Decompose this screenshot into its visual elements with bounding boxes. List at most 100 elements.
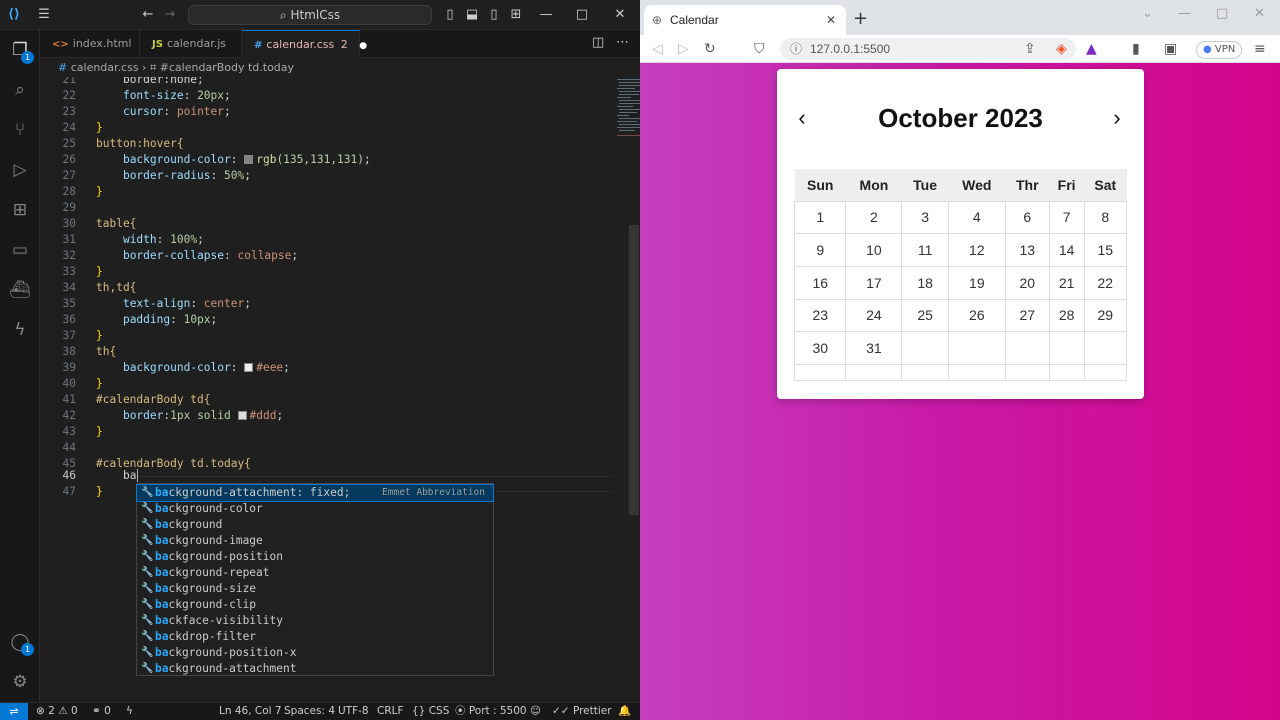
cursor-position[interactable]: Ln 46, Col 7: [219, 703, 282, 720]
source-control-icon[interactable]: ⑂: [8, 118, 32, 142]
bookmark-icon[interactable]: ⛉: [754, 39, 765, 59]
problems-indicator[interactable]: ⊗ 2 ⚠ 0: [36, 703, 78, 720]
lightning-status-icon[interactable]: ϟ: [126, 703, 133, 720]
breadcrumb-file[interactable]: calendar.css: [71, 61, 139, 74]
suggestion-item[interactable]: 🔧 background-image: [137, 533, 493, 549]
command-center-search[interactable]: ⌕ HtmlCss: [188, 5, 432, 25]
suggestion-item[interactable]: 🔧 background-clip: [137, 597, 493, 613]
live-server-port[interactable]: ⦿ Port : 5500: [455, 703, 527, 720]
tab-calendar-js[interactable]: JS calendar.js: [140, 30, 242, 58]
maximize-window-icon[interactable]: □: [572, 6, 592, 24]
calendar-day-cell[interactable]: 31: [845, 331, 903, 365]
calendar-day-cell[interactable]: 22: [1083, 265, 1128, 300]
accounts-icon[interactable]: ◯ 1: [8, 630, 34, 656]
calendar-day-cell[interactable]: 26: [947, 298, 1006, 333]
suggestion-item[interactable]: 🔧 background-position: [137, 549, 493, 565]
tab-index-html[interactable]: <> index.html: [40, 30, 140, 58]
docker-icon[interactable]: ⛴: [8, 278, 32, 302]
notifications-bell-icon[interactable]: 🔔: [618, 703, 631, 720]
close-tab-icon[interactable]: ✕: [826, 5, 836, 35]
close-window-icon[interactable]: ✕: [610, 6, 630, 24]
color-swatch-eee[interactable]: [244, 362, 254, 372]
calendar-day-cell[interactable]: 12: [947, 233, 1006, 267]
browser-menu-icon[interactable]: ≡: [1254, 39, 1266, 59]
color-swatch-rgb[interactable]: [244, 154, 254, 164]
tab-calendar-css[interactable]: # calendar.css 2 ●: [242, 30, 367, 58]
suggestion-item[interactable]: 🔧 background-attachment: [137, 661, 493, 675]
search-icon[interactable]: ⌕: [8, 78, 32, 102]
calendar-day-cell[interactable]: 7: [1048, 200, 1085, 235]
run-debug-icon[interactable]: ▷: [8, 158, 32, 182]
minimize-browser-icon[interactable]: —: [1178, 6, 1191, 21]
extensions-icon[interactable]: ⊞: [8, 198, 32, 222]
share-icon[interactable]: ⇪: [1024, 39, 1036, 59]
suggestion-item[interactable]: 🔧 background-position-x: [137, 645, 493, 661]
calendar-day-cell[interactable]: 13: [1004, 233, 1050, 267]
calendar-day-cell[interactable]: 8: [1083, 200, 1128, 235]
calendar-day-cell[interactable]: 10: [845, 233, 903, 267]
remote-explorer-icon[interactable]: ▭: [8, 238, 32, 262]
sidebar-toggle-icon[interactable]: ▮: [1132, 39, 1140, 59]
minimize-window-icon[interactable]: —: [536, 6, 556, 24]
remote-indicator-icon[interactable]: ⇌: [0, 703, 28, 720]
editor-scrollbar[interactable]: [629, 225, 639, 515]
next-month-button[interactable]: ›: [1104, 105, 1130, 131]
suggestion-item[interactable]: 🔧 background: [137, 517, 493, 533]
calendar-day-cell[interactable]: 3: [901, 200, 949, 235]
back-arrow-icon[interactable]: ←: [138, 6, 158, 24]
calendar-day-cell[interactable]: 25: [901, 298, 949, 333]
new-tab-icon[interactable]: +: [853, 8, 868, 30]
forward-arrow-icon[interactable]: →: [160, 6, 180, 24]
language-mode[interactable]: {} CSS: [412, 703, 449, 720]
calendar-day-cell[interactable]: 19: [947, 265, 1006, 300]
menu-hamburger-icon[interactable]: ☰: [34, 6, 54, 24]
ports-indicator[interactable]: ⚭ 0: [92, 703, 111, 720]
feedback-icon[interactable]: ☺: [530, 703, 541, 720]
forward-icon[interactable]: ▷: [678, 39, 689, 59]
suggestion-item[interactable]: 🔧 background-size: [137, 581, 493, 597]
code-editor[interactable]: 21 border:none; 22 font-size: 20px; 23 c…: [40, 77, 640, 702]
split-editor-icon[interactable]: ◫: [592, 35, 604, 50]
toggle-panel-icon[interactable]: ⬓: [462, 6, 482, 24]
calendar-day-cell[interactable]: 4: [947, 200, 1006, 235]
calendar-day-cell[interactable]: 29: [1083, 298, 1128, 333]
unsaved-dot-icon[interactable]: ●: [359, 41, 367, 51]
calendar-day-cell[interactable]: 23: [793, 298, 847, 333]
encoding[interactable]: UTF-8: [338, 703, 369, 720]
close-browser-icon[interactable]: ✕: [1254, 6, 1265, 21]
suggestion-item[interactable]: 🔧 backdrop-filter: [137, 629, 493, 645]
reload-icon[interactable]: ↻: [704, 39, 716, 59]
breadcrumb-symbol[interactable]: #calendarBody td.today: [160, 61, 294, 74]
explorer-icon[interactable]: ❐ 1: [8, 38, 34, 64]
settings-gear-icon[interactable]: ⚙: [8, 670, 32, 694]
calendar-day-cell[interactable]: 1: [793, 200, 847, 235]
calendar-day-cell[interactable]: 28: [1048, 298, 1085, 333]
calendar-day-cell[interactable]: 14: [1048, 233, 1085, 267]
color-swatch-ddd[interactable]: [237, 410, 247, 420]
calendar-day-cell[interactable]: 18: [901, 265, 949, 300]
code-line-46[interactable]: 46 ba: [40, 468, 580, 484]
site-info-icon[interactable]: ⓘ: [790, 38, 802, 60]
calendar-day-cell[interactable]: 27: [1004, 298, 1050, 333]
wallet-icon[interactable]: ▣: [1164, 39, 1177, 59]
prettier-status[interactable]: ✓✓ Prettier: [552, 703, 612, 720]
suggestion-item[interactable]: 🔧 background-color: [137, 501, 493, 517]
more-actions-icon[interactable]: ⋯: [616, 35, 629, 50]
maximize-browser-icon[interactable]: □: [1216, 6, 1228, 21]
suggestion-item[interactable]: 🔧 backface-visibility: [137, 613, 493, 629]
toggle-primary-sidebar-icon[interactable]: ▯: [440, 6, 460, 24]
calendar-day-cell[interactable]: 17: [845, 265, 903, 300]
calendar-day-cell[interactable]: 21: [1048, 265, 1085, 300]
calendar-day-cell[interactable]: 30: [793, 331, 847, 365]
calendar-day-cell[interactable]: 6: [1004, 200, 1050, 235]
calendar-day-cell[interactable]: 16: [793, 265, 847, 300]
browser-tab-calendar[interactable]: ⊕ Calendar ✕: [644, 5, 846, 35]
customize-layout-icon[interactable]: ⊞: [506, 6, 526, 24]
brave-shields-icon[interactable]: ◈: [1056, 39, 1067, 59]
lightning-icon[interactable]: ϟ: [8, 318, 32, 342]
back-icon[interactable]: ◁: [652, 39, 663, 59]
vpn-button[interactable]: ● VPN: [1196, 41, 1243, 59]
tab-search-chevron-icon[interactable]: ⌄: [1142, 6, 1153, 21]
toggle-secondary-sidebar-icon[interactable]: ▯: [484, 6, 504, 24]
calendar-day-cell[interactable]: 11: [901, 233, 949, 267]
